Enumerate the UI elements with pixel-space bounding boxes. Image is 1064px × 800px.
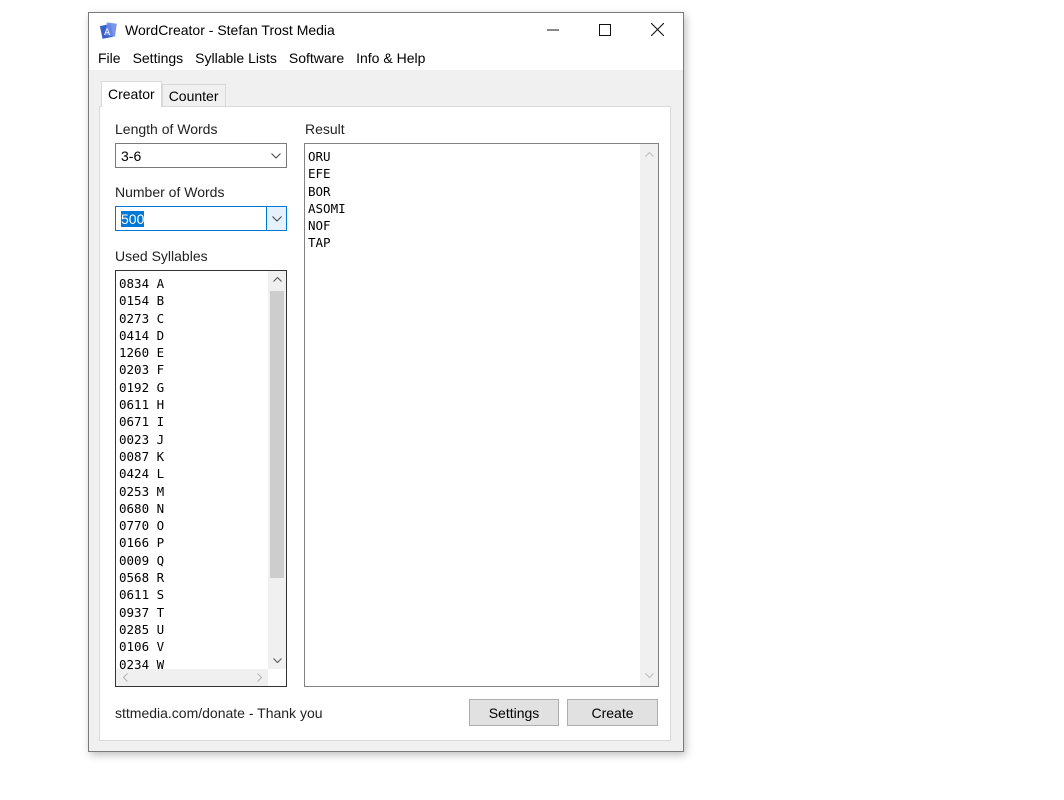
donate-link[interactable]: sttmedia.com/donate - Thank you	[115, 705, 323, 721]
tab-counter[interactable]: Counter	[161, 84, 226, 107]
syllable-item[interactable]: 0611 S	[119, 586, 164, 603]
syllable-item[interactable]: 0009 Q	[119, 552, 164, 569]
result-word: NOF	[308, 218, 331, 234]
result-word: ASOMI	[308, 200, 346, 216]
result-words: ORU EFE BOR ASOMI NOF TAP	[308, 148, 346, 252]
length-of-words-dropdown[interactable]: 3-6	[115, 143, 287, 168]
length-of-words-value: 3-6	[121, 147, 142, 164]
syllable-item[interactable]: 0273 C	[119, 310, 164, 327]
scroll-left-arrow-icon[interactable]	[116, 669, 134, 686]
chevron-down-icon[interactable]	[266, 144, 286, 167]
scroll-up-arrow-icon[interactable]	[268, 271, 286, 288]
scroll-up-arrow-icon[interactable]	[640, 146, 658, 163]
maximize-button[interactable]	[579, 13, 631, 46]
syllable-item[interactable]: 1260 E	[119, 344, 164, 361]
syllable-item[interactable]: 0166 P	[119, 534, 164, 551]
scroll-down-arrow-icon[interactable]	[268, 652, 286, 669]
syllable-item[interactable]: 0671 I	[119, 413, 164, 430]
result-word: TAP	[308, 235, 331, 251]
syllable-item[interactable]: 0106 V	[119, 638, 164, 655]
used-syllables-list[interactable]: 0834 A 0154 B 0273 C 0414 D 1260 E 0203 F 0192…	[115, 270, 287, 687]
app-window: A WordCreator - Stefan Trost Media File …	[88, 12, 684, 752]
syllable-item[interactable]: 0834 A	[119, 275, 164, 292]
menu-info-help[interactable]: Info & Help	[351, 50, 430, 66]
menu-settings[interactable]: Settings	[128, 50, 189, 66]
result-label: Result	[305, 121, 345, 137]
length-of-words-label: Length of Words	[115, 121, 218, 137]
result-word: ORU	[308, 149, 331, 164]
menu-software[interactable]: Software	[284, 50, 349, 66]
tab-creator[interactable]: Creator	[101, 81, 162, 107]
syllable-item[interactable]: 0770 O	[119, 517, 164, 534]
minimize-button[interactable]	[527, 13, 579, 46]
app-logo-icon: A	[99, 20, 119, 40]
creator-panel: Length of Words 3-6 Number of Words 500 …	[99, 106, 671, 741]
syllable-item[interactable]: 0414 D	[119, 327, 164, 344]
scroll-right-arrow-icon[interactable]	[250, 669, 268, 686]
syllable-item[interactable]: 0285 U	[119, 621, 164, 638]
number-of-words-value: 500	[121, 210, 145, 227]
title-bar: A WordCreator - Stefan Trost Media	[89, 13, 683, 46]
settings-button[interactable]: Settings	[469, 699, 559, 726]
svg-text:A: A	[104, 28, 111, 38]
window-title: WordCreator - Stefan Trost Media	[125, 21, 335, 38]
result-word: BOR	[308, 183, 331, 199]
tab-bar: Creator Counter	[101, 81, 226, 107]
syllable-item[interactable]: 0203 F	[119, 361, 164, 378]
scroll-down-arrow-icon[interactable]	[640, 667, 658, 684]
close-button[interactable]	[631, 13, 683, 46]
syllable-item[interactable]: 0023 J	[119, 431, 164, 448]
syllables-vertical-scrollbar[interactable]	[268, 271, 286, 669]
number-of-words-combobox[interactable]: 500	[115, 206, 287, 231]
menu-file[interactable]: File	[93, 50, 126, 66]
number-of-words-label: Number of Words	[115, 184, 225, 200]
syllable-item[interactable]: 0154 B	[119, 292, 164, 309]
create-button[interactable]: Create	[567, 699, 658, 726]
syllable-item[interactable]: 0087 K	[119, 448, 164, 465]
syllable-item[interactable]: 0937 T	[119, 604, 164, 621]
menu-bar: File Settings Syllable Lists Software In…	[89, 46, 683, 70]
syllable-item[interactable]: 0568 R	[119, 569, 164, 586]
result-word: EFE	[308, 166, 331, 182]
scrollbar-thumb[interactable]	[270, 291, 284, 578]
syllable-item[interactable]: 0424 L	[119, 465, 164, 482]
used-syllables-label: Used Syllables	[115, 248, 208, 264]
syllables-horizontal-scrollbar[interactable]	[116, 669, 268, 686]
syllable-item[interactable]: 0611 H	[119, 396, 164, 413]
menu-syllable-lists[interactable]: Syllable Lists	[190, 50, 282, 66]
syllable-item[interactable]: 0680 N	[119, 500, 164, 517]
result-vertical-scrollbar[interactable]	[640, 144, 658, 686]
syllable-item[interactable]: 0192 G	[119, 379, 164, 396]
syllable-items: 0834 A 0154 B 0273 C 0414 D 1260 E 0203 F 0192…	[119, 275, 164, 673]
chevron-down-icon[interactable]	[266, 207, 286, 230]
number-of-words-input[interactable]: 500	[116, 210, 266, 227]
syllable-item[interactable]: 0253 M	[119, 483, 164, 500]
result-textarea[interactable]: ORU EFE BOR ASOMI NOF TAP	[304, 143, 659, 687]
